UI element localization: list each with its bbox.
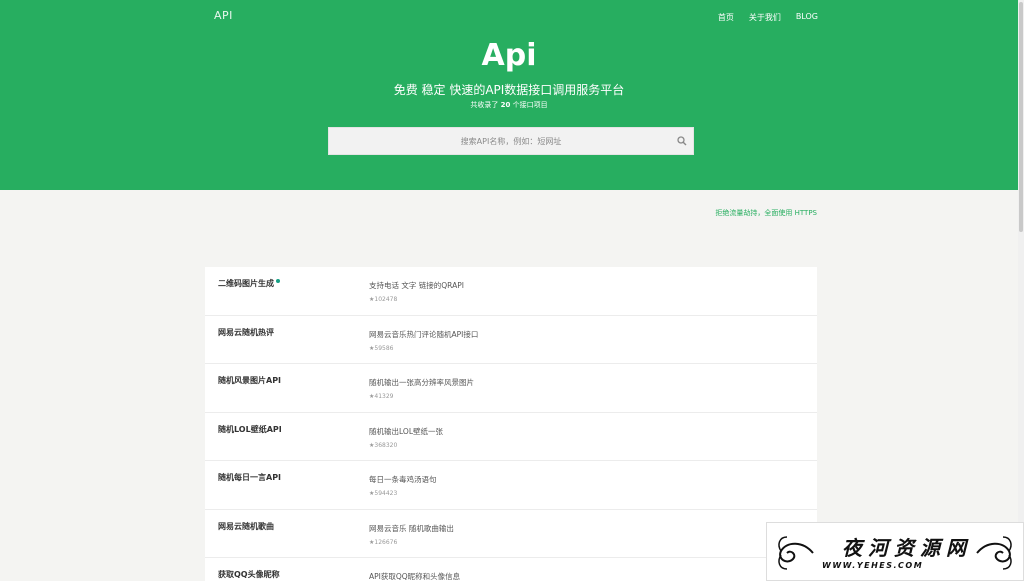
api-name: 网易云随机热评	[218, 327, 274, 337]
list-item[interactable]: 随机LOL壁纸API 随机输出LOL壁纸一张 ★368320	[205, 413, 817, 461]
top-nav: 首页 关于我们 BLOG	[718, 12, 818, 23]
api-name: 网易云随机歌曲	[218, 521, 274, 531]
hero-banner: API 首页 关于我们 BLOG Api 免费 稳定 快速的API数据接口调用服…	[0, 0, 1018, 190]
api-desc: 网易云音乐热门评论随机API接口	[369, 329, 479, 339]
scrollbar-thumb[interactable]	[1019, 2, 1023, 232]
list-item[interactable]: 获取QQ头像昵称 API获取QQ昵称和头像信息	[205, 558, 817, 581]
api-stars: ★368320	[369, 441, 398, 449]
api-desc: 网易云音乐 随机歌曲输出	[369, 523, 454, 533]
count-value: 20	[500, 101, 511, 109]
https-note: 拒绝流量劫持，全面使用 HTTPS	[715, 209, 817, 217]
search-box	[328, 127, 694, 155]
api-stars: ★594423	[369, 490, 398, 497]
api-name: 随机LOL壁纸API	[218, 424, 282, 434]
api-name: 二维码图片生成	[218, 279, 274, 288]
ornament-right-icon	[976, 536, 1012, 570]
ornament-left-icon	[778, 536, 814, 570]
api-stars: ★41329	[369, 393, 394, 400]
search-input[interactable]	[329, 128, 693, 154]
count-prefix: 共收录了	[470, 101, 499, 109]
watermark-text: 夜河资源网	[842, 536, 972, 560]
api-name: 随机风景图片API	[218, 376, 282, 385]
api-stars: ★126676	[369, 538, 398, 546]
api-stars: ★102478	[369, 296, 398, 303]
nav-home[interactable]: 首页	[718, 12, 734, 23]
nav-blog[interactable]: BLOG	[796, 12, 818, 23]
brand-logo[interactable]: API	[214, 9, 233, 22]
list-item[interactable]: 随机风景图片API 随机输出一张高分辨率风景图片 ★41329	[205, 364, 817, 413]
api-desc: API获取QQ昵称和头像信息	[369, 572, 461, 581]
list-item[interactable]: 随机每日一言API 每日一条毒鸡汤语句 ★594423	[205, 461, 817, 510]
api-list: 二维码图片生成 支持电话 文字 链接的QRAPI ★102478 网易云随机热评…	[205, 267, 817, 581]
page-title: Api	[481, 38, 537, 73]
list-item[interactable]: 网易云随机歌曲 网易云音乐 随机歌曲输出 ★126676	[205, 510, 817, 558]
api-name: 获取QQ头像昵称	[218, 570, 280, 579]
site-watermark: 夜河资源网 WWW.YEHES.COM	[766, 522, 1024, 581]
api-desc: 随机输出LOL壁纸一张	[369, 426, 443, 436]
api-desc: 支持电话 文字 链接的QRAPI	[369, 281, 464, 290]
page-subtitle: 免费 稳定 快速的API数据接口调用服务平台	[393, 83, 625, 97]
search-icon[interactable]	[677, 136, 687, 146]
count-suffix: 个接口项目	[512, 101, 548, 109]
list-item[interactable]: 二维码图片生成 支持电话 文字 链接的QRAPI ★102478	[205, 267, 817, 316]
api-stars: ★59586	[369, 344, 394, 352]
api-count-text: 共收录了 20 个接口项目	[0, 100, 1018, 110]
api-desc: 每日一条毒鸡汤语句	[369, 475, 437, 484]
api-desc: 随机输出一张高分辨率风景图片	[369, 378, 474, 387]
api-name: 随机每日一言API	[218, 473, 282, 482]
list-item[interactable]: 网易云随机热评 网易云音乐热门评论随机API接口 ★59586	[205, 316, 817, 364]
page-scrollbar[interactable]	[1018, 0, 1024, 581]
nav-about[interactable]: 关于我们	[749, 12, 781, 23]
watermark-url: WWW.YEHES.COM	[822, 561, 924, 570]
new-dot-icon	[276, 279, 280, 283]
